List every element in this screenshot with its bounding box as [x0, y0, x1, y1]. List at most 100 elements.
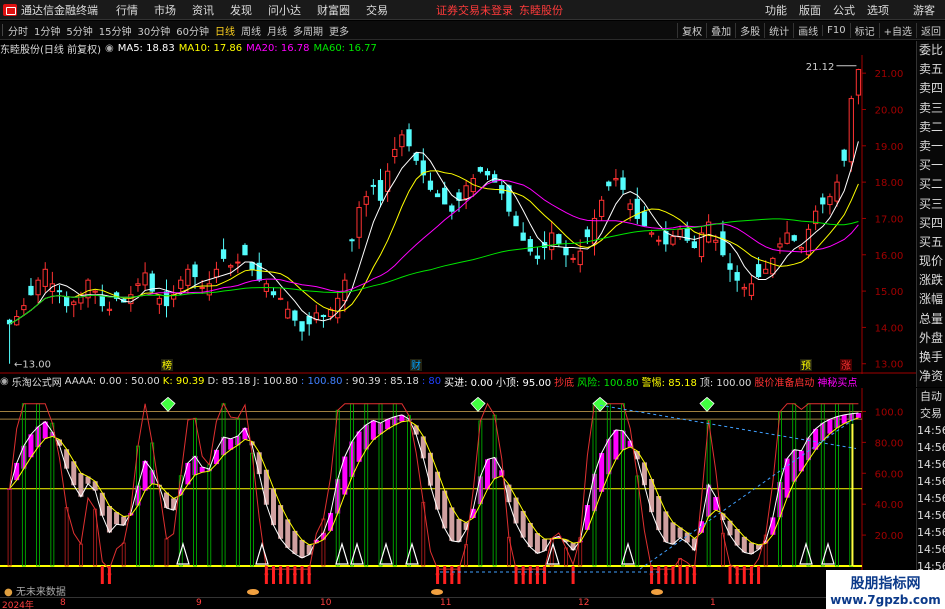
candle-body	[356, 207, 362, 238]
multi-stock-button[interactable]: 多股	[735, 23, 764, 38]
side-panel-item[interactable]: 卖一	[917, 137, 945, 156]
mark-button[interactable]: 标记	[849, 23, 879, 38]
candle-body	[299, 321, 305, 332]
ind-j: J: 100.80	[253, 375, 298, 387]
candle-body	[213, 268, 220, 278]
candle-body	[670, 236, 676, 245]
indicator-dot-icon[interactable]: ◉	[0, 376, 9, 387]
guest-login[interactable]: 游客	[913, 2, 945, 18]
candle-body	[791, 235, 797, 241]
kd-band-bar	[299, 539, 305, 558]
menu-item-wealth[interactable]: 财富圈	[309, 2, 358, 18]
side-panel-item[interactable]: 卖五	[917, 60, 945, 79]
settings-dot-icon[interactable]: ◉	[105, 43, 114, 54]
trade-panel-item[interactable]: 自动	[917, 388, 945, 405]
kd-band-bar	[534, 533, 540, 554]
period-intraday[interactable]: 分时	[5, 23, 31, 38]
kd-band-bar	[449, 507, 455, 541]
price-tick-label: 18.00	[875, 178, 904, 189]
period-multi[interactable]: 多周期	[290, 23, 326, 38]
side-panel-item[interactable]: 委比	[917, 41, 945, 60]
menu-item-marketplace[interactable]: 市场	[146, 2, 184, 18]
trade-panel-item[interactable]: 交易	[917, 405, 945, 422]
side-panel-item[interactable]: 现价	[917, 252, 945, 271]
side-panel-item[interactable]: 总量	[917, 310, 945, 329]
candle-body	[741, 286, 747, 290]
candle-body	[656, 239, 662, 242]
menu-formula[interactable]: 公式	[827, 2, 861, 18]
side-panel-item[interactable]: 买四	[917, 214, 945, 233]
candle-body	[163, 291, 170, 307]
side-panel-item[interactable]: 买三	[917, 195, 945, 214]
f10-button[interactable]: F10	[822, 25, 849, 36]
candle-body	[192, 264, 198, 278]
menu-function[interactable]: 功能	[759, 2, 793, 18]
candle-body	[28, 285, 34, 296]
bottom-oval-mark	[247, 589, 259, 595]
menu-item-trade[interactable]: 交易	[358, 2, 396, 18]
indicator-chart[interactable]: 100.0 80.00 60.00 40.00 20.00	[0, 388, 916, 598]
candle-body	[798, 247, 805, 250]
period-daily[interactable]: 日线	[212, 23, 238, 38]
side-panel-item[interactable]: 净资	[917, 367, 945, 386]
side-panel-item[interactable]: 买二	[917, 175, 945, 194]
side-panel-item[interactable]: 涨幅	[917, 290, 945, 309]
login-warning[interactable]: 证券交易未登录	[436, 2, 513, 18]
candle-body	[384, 170, 391, 192]
ind-alert: 警惕: 85.18	[641, 377, 697, 389]
event-label[interactable]: 财	[411, 359, 421, 372]
side-panel-item[interactable]: 卖三	[917, 99, 945, 118]
side-panel-item[interactable]: 外盘	[917, 329, 945, 348]
menu-item-market[interactable]: 行情	[108, 2, 146, 18]
menu-item-ask[interactable]: 问小达	[260, 2, 309, 18]
price-tick-label: 20.00	[875, 105, 904, 116]
menu-options[interactable]: 选项	[861, 2, 895, 18]
event-label[interactable]: 榜	[162, 359, 172, 372]
menu-item-discover[interactable]: 发现	[222, 2, 260, 18]
event-label[interactable]: 涨	[841, 360, 851, 372]
event-label[interactable]: 预	[801, 360, 811, 372]
period-1min[interactable]: 1分钟	[31, 23, 63, 38]
candle-body	[620, 177, 626, 190]
period-15min[interactable]: 15分钟	[96, 23, 135, 38]
side-panel-item[interactable]: 卖四	[917, 79, 945, 98]
period-5min[interactable]: 5分钟	[63, 23, 95, 38]
add-watchlist-button[interactable]: +自选	[878, 23, 916, 38]
time-label-jan: 1	[710, 598, 716, 608]
trade-panel-item: 14:56	[917, 458, 945, 471]
ind-d2: : 85.18	[383, 375, 419, 387]
ind-risk: 风险: 100.80	[577, 377, 639, 389]
stock-title: 东睦股份(日线 前复权)	[0, 44, 101, 56]
candle-body	[370, 184, 377, 187]
period-60min[interactable]: 60分钟	[173, 23, 212, 38]
kline-chart[interactable]: 13.00 14.00 15.00 16.00 17.00 18.00 19.00 20.00…	[0, 41, 916, 374]
bottom-signal-bar	[728, 566, 732, 584]
candle-body	[734, 272, 740, 281]
kd-band-bar	[185, 462, 191, 485]
period-monthly[interactable]: 月线	[264, 23, 290, 38]
menu-layout[interactable]: 版面	[793, 2, 827, 18]
ind-top: 顶: 100.00	[699, 377, 752, 389]
kd-band-bar	[670, 522, 676, 545]
candle-body	[135, 283, 141, 286]
side-panel-item[interactable]: 买一	[917, 156, 945, 175]
watermark-title: 股朋指标网	[850, 575, 921, 592]
side-panel-item[interactable]: 涨跌	[917, 271, 945, 290]
ind-k2: : 90.39	[345, 375, 381, 387]
period-weekly[interactable]: 周线	[238, 23, 264, 38]
indicator-tick-label: 60.00	[875, 469, 904, 480]
kd-band-bar	[292, 530, 298, 554]
back-button[interactable]: 返回	[916, 23, 945, 38]
draw-line-button[interactable]: 画线	[793, 23, 822, 38]
adjust-button[interactable]: 复权	[677, 23, 706, 38]
side-panel-item[interactable]: 换手	[917, 348, 945, 367]
period-more[interactable]: 更多	[326, 23, 352, 38]
side-panel-item[interactable]: 卖二	[917, 118, 945, 137]
time-label-year: 2024年	[2, 601, 34, 609]
indicator-name[interactable]: 乐淘公式网	[12, 374, 62, 389]
period-30min[interactable]: 30分钟	[134, 23, 173, 38]
menu-item-news[interactable]: 资讯	[184, 2, 222, 18]
side-panel-item[interactable]: 买五	[917, 233, 945, 252]
overlay-button[interactable]: 叠加	[706, 23, 735, 38]
stats-button[interactable]: 统计	[764, 23, 793, 38]
